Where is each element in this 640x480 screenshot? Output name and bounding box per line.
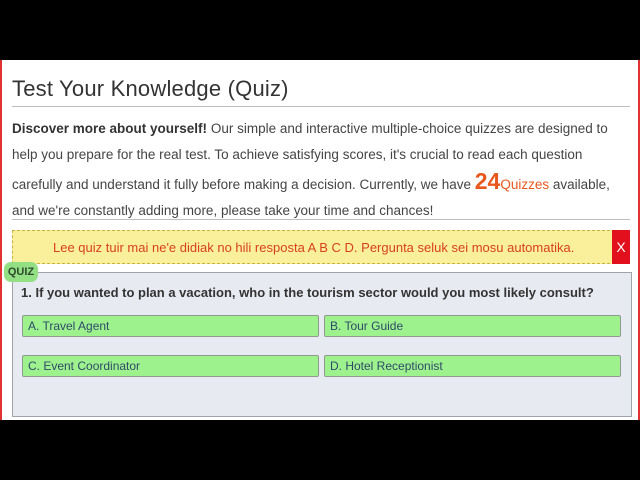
quiz-container: 1. If you wanted to plan a vacation, who…: [12, 272, 632, 417]
option-b-button[interactable]: B. Tour Guide: [324, 315, 621, 337]
option-a-button[interactable]: A. Travel Agent: [22, 315, 319, 337]
option-c-button[interactable]: C. Event Coordinator: [22, 355, 319, 377]
notice-text: Lee quiz tuir mai ne'e didiak no hili re…: [53, 240, 575, 255]
page-title: Test Your Knowledge (Quiz): [12, 76, 630, 107]
question-text: 1. If you wanted to plan a vacation, who…: [21, 285, 594, 300]
quiz-count-label: Quizzes: [500, 177, 550, 192]
divider: [12, 219, 630, 220]
intro-bold: Discover more about yourself!: [12, 121, 208, 136]
quiz-badge: QUIZ: [4, 262, 38, 282]
instruction-notice: Lee quiz tuir mai ne'e didiak no hili re…: [12, 230, 630, 264]
intro-paragraph: Discover more about yourself! Our simple…: [12, 116, 624, 224]
close-notice-button[interactable]: X: [612, 230, 630, 264]
quiz-page: Test Your Knowledge (Quiz) Discover more…: [0, 60, 640, 420]
option-d-button[interactable]: D. Hotel Receptionist: [324, 355, 621, 377]
quiz-count: 24: [474, 168, 501, 194]
